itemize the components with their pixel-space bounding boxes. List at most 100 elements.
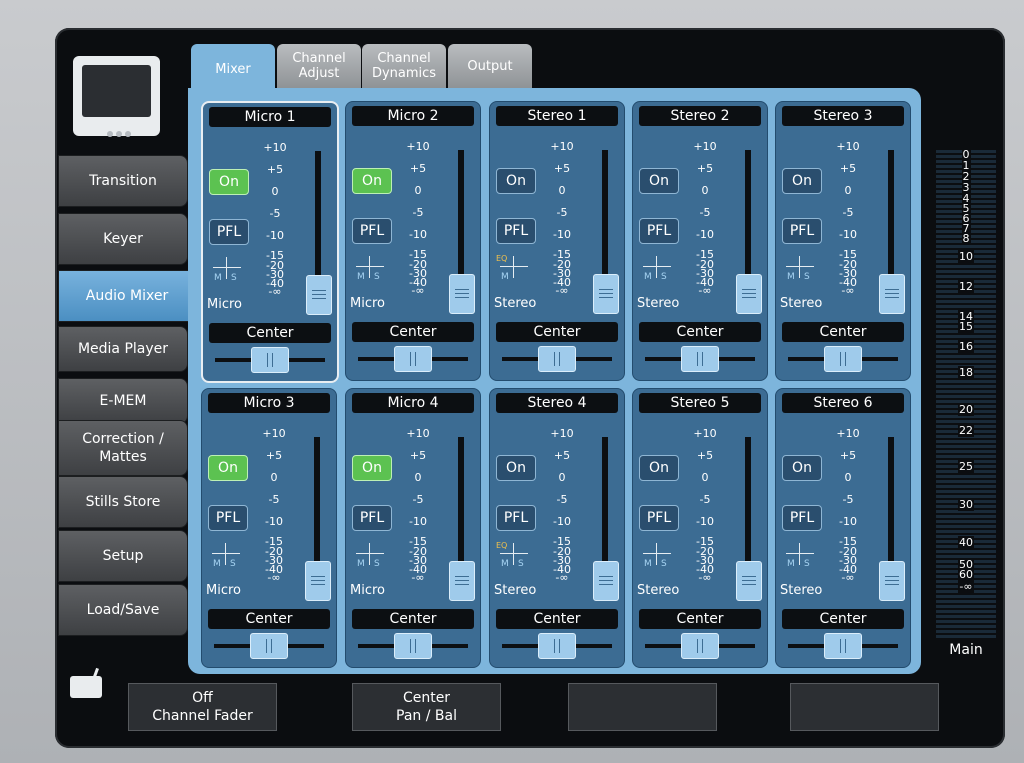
on-button[interactable]: On bbox=[352, 168, 392, 194]
ms-cross-v bbox=[513, 256, 514, 278]
on-button[interactable]: On bbox=[782, 168, 822, 194]
fader-track bbox=[602, 437, 608, 577]
on-button[interactable]: On bbox=[208, 455, 248, 481]
fader-scale: +10 +5 0 -5 -10 -15 -20 -30 -40 -∞ bbox=[396, 141, 440, 302]
pan-knob[interactable] bbox=[251, 347, 289, 373]
meter-tick-label: 20 bbox=[958, 403, 974, 416]
ms-cross-h bbox=[643, 266, 671, 267]
ms-indicator: EQ M bbox=[496, 254, 532, 284]
fader-tick: -10 bbox=[266, 229, 284, 242]
pfl-button[interactable]: PFL bbox=[496, 218, 536, 244]
side-menu-item-5[interactable]: Correction / Mattes bbox=[58, 420, 188, 476]
meter-tick-label: 12 bbox=[958, 280, 974, 293]
side-menu-item-1[interactable]: Keyer bbox=[58, 213, 188, 265]
tab-3[interactable]: Output bbox=[448, 44, 532, 88]
pan-knob[interactable] bbox=[538, 346, 576, 372]
pan-knob[interactable] bbox=[681, 346, 719, 372]
channel-fader[interactable] bbox=[305, 561, 331, 601]
pfl-button[interactable]: PFL bbox=[496, 505, 536, 531]
on-button[interactable]: On bbox=[782, 455, 822, 481]
soft-key-2[interactable] bbox=[568, 683, 717, 731]
pan-knob[interactable] bbox=[394, 633, 432, 659]
ms-cross-v bbox=[656, 543, 657, 565]
fader-tick: -5 bbox=[842, 206, 854, 219]
meter-tick-label: 16 bbox=[958, 340, 974, 353]
logo-tile[interactable] bbox=[73, 56, 160, 137]
ms-m-label: M bbox=[214, 273, 222, 283]
channel-title: Stereo 4 bbox=[496, 393, 618, 413]
meter-tick-label: 8 bbox=[961, 232, 971, 245]
pan-knob[interactable] bbox=[394, 346, 432, 372]
channel-fader[interactable] bbox=[593, 274, 619, 314]
pfl-button[interactable]: PFL bbox=[782, 505, 822, 531]
tab-2[interactable]: Channel Dynamics bbox=[362, 44, 446, 88]
pan-knob[interactable] bbox=[681, 633, 719, 659]
on-button[interactable]: On bbox=[352, 455, 392, 481]
ms-s-label: S bbox=[374, 272, 380, 282]
channel-strip[interactable]: Micro 2 On PFL M S Micro +10 +5 0 -5 -10 -15 -20 -30-… bbox=[345, 101, 481, 381]
side-menu-item-2[interactable]: Audio Mixer bbox=[58, 270, 196, 322]
ms-s-label: S bbox=[661, 272, 667, 282]
side-menu-item-7[interactable]: Setup bbox=[58, 530, 188, 582]
meter-tick: 25 bbox=[936, 460, 996, 473]
channel-strip[interactable]: Micro 3 On PFL M S Micro +10 +5 0 -5 -10 -15 -20 -30-… bbox=[201, 388, 337, 668]
soft-key-0[interactable]: Off Channel Fader bbox=[128, 683, 277, 731]
pfl-button[interactable]: PFL bbox=[639, 218, 679, 244]
channel-fader[interactable] bbox=[736, 561, 762, 601]
channel-title: Micro 4 bbox=[352, 393, 474, 413]
on-button[interactable]: On bbox=[496, 168, 536, 194]
tab-1[interactable]: Channel Adjust bbox=[277, 44, 361, 88]
channel-fader[interactable] bbox=[879, 561, 905, 601]
channel-fader[interactable] bbox=[736, 274, 762, 314]
on-button[interactable]: On bbox=[209, 169, 249, 195]
fader-track bbox=[458, 437, 464, 577]
channel-fader[interactable] bbox=[306, 275, 332, 315]
pfl-button[interactable]: PFL bbox=[782, 218, 822, 244]
side-menu-item-4[interactable]: E-MEM bbox=[58, 378, 188, 424]
pan-knob[interactable] bbox=[538, 633, 576, 659]
pan-knob[interactable] bbox=[824, 346, 862, 372]
pan-knob[interactable] bbox=[250, 633, 288, 659]
ms-cross-h bbox=[786, 553, 814, 554]
fader-scale: +10 +5 0 -5 -10 -15 -20 -30 -40 -∞ bbox=[396, 428, 440, 589]
tab-0[interactable]: Mixer bbox=[191, 44, 275, 94]
on-button[interactable]: On bbox=[496, 455, 536, 481]
pan-tool-icon bbox=[70, 667, 106, 698]
pfl-button[interactable]: PFL bbox=[352, 505, 392, 531]
side-menu-item-8[interactable]: Load/Save bbox=[58, 584, 188, 636]
side-menu-item-6[interactable]: Stills Store bbox=[58, 476, 188, 528]
channel-strip[interactable]: Stereo 2 On PFL M S Stereo +10 +5 0 -5 -10 -15 -20 -3… bbox=[632, 101, 768, 381]
soft-key-1[interactable]: Center Pan / Bal bbox=[352, 683, 501, 731]
ms-cross-h bbox=[643, 553, 671, 554]
on-button[interactable]: On bbox=[639, 168, 679, 194]
channel-strip[interactable]: Stereo 4 On PFL EQ M S Stereo +10 +5 0 -5 -10 -15 -20… bbox=[489, 388, 625, 668]
soft-key-line1: Off bbox=[192, 690, 213, 706]
side-menu-item-0[interactable]: Transition bbox=[58, 155, 188, 207]
meter-tick: 40 bbox=[936, 536, 996, 549]
pfl-button[interactable]: PFL bbox=[209, 219, 249, 245]
channel-fader[interactable] bbox=[593, 561, 619, 601]
channel-strip[interactable]: Micro 1 On PFL M S Micro +10 +5 0 -5 -10 -15 -20 -30-… bbox=[201, 101, 339, 383]
channel-fader[interactable] bbox=[879, 274, 905, 314]
channel-strip[interactable]: Stereo 6 On PFL M S Stereo +10 +5 0 -5 -10 -15 -20 -3… bbox=[775, 388, 911, 668]
channel-strip[interactable]: Stereo 3 On PFL M S Stereo +10 +5 0 -5 -10 -15 -20 -3… bbox=[775, 101, 911, 381]
on-button[interactable]: On bbox=[639, 455, 679, 481]
fader-tick: -∞ bbox=[841, 284, 855, 297]
pfl-button[interactable]: PFL bbox=[639, 505, 679, 531]
pan-label: Center bbox=[496, 609, 618, 629]
channel-strip[interactable]: Stereo 1 On PFL EQ M Stereo +10 +5 0 -5 -10 -15 -20-… bbox=[489, 101, 625, 381]
pan-knob[interactable] bbox=[824, 633, 862, 659]
fader-tick: +5 bbox=[553, 449, 571, 462]
pfl-button[interactable]: PFL bbox=[208, 505, 248, 531]
channel-fader[interactable] bbox=[449, 274, 475, 314]
soft-key-3[interactable] bbox=[790, 683, 939, 731]
meter-tick-label: 40 bbox=[958, 536, 974, 549]
channel-strip[interactable]: Stereo 5 On PFL M S Stereo +10 +5 0 -5 -10 -15 -20 -3… bbox=[632, 388, 768, 668]
fader-track bbox=[888, 437, 894, 577]
channel-fader[interactable] bbox=[449, 561, 475, 601]
side-menu-item-3[interactable]: Media Player bbox=[58, 326, 188, 372]
channel-strip[interactable]: Micro 4 On PFL M S Micro +10 +5 0 -5 -10 -15 -20 -30-… bbox=[345, 388, 481, 668]
meter-tick-label: 25 bbox=[958, 460, 974, 473]
soft-key-line1: Center bbox=[402, 690, 451, 706]
pfl-button[interactable]: PFL bbox=[352, 218, 392, 244]
